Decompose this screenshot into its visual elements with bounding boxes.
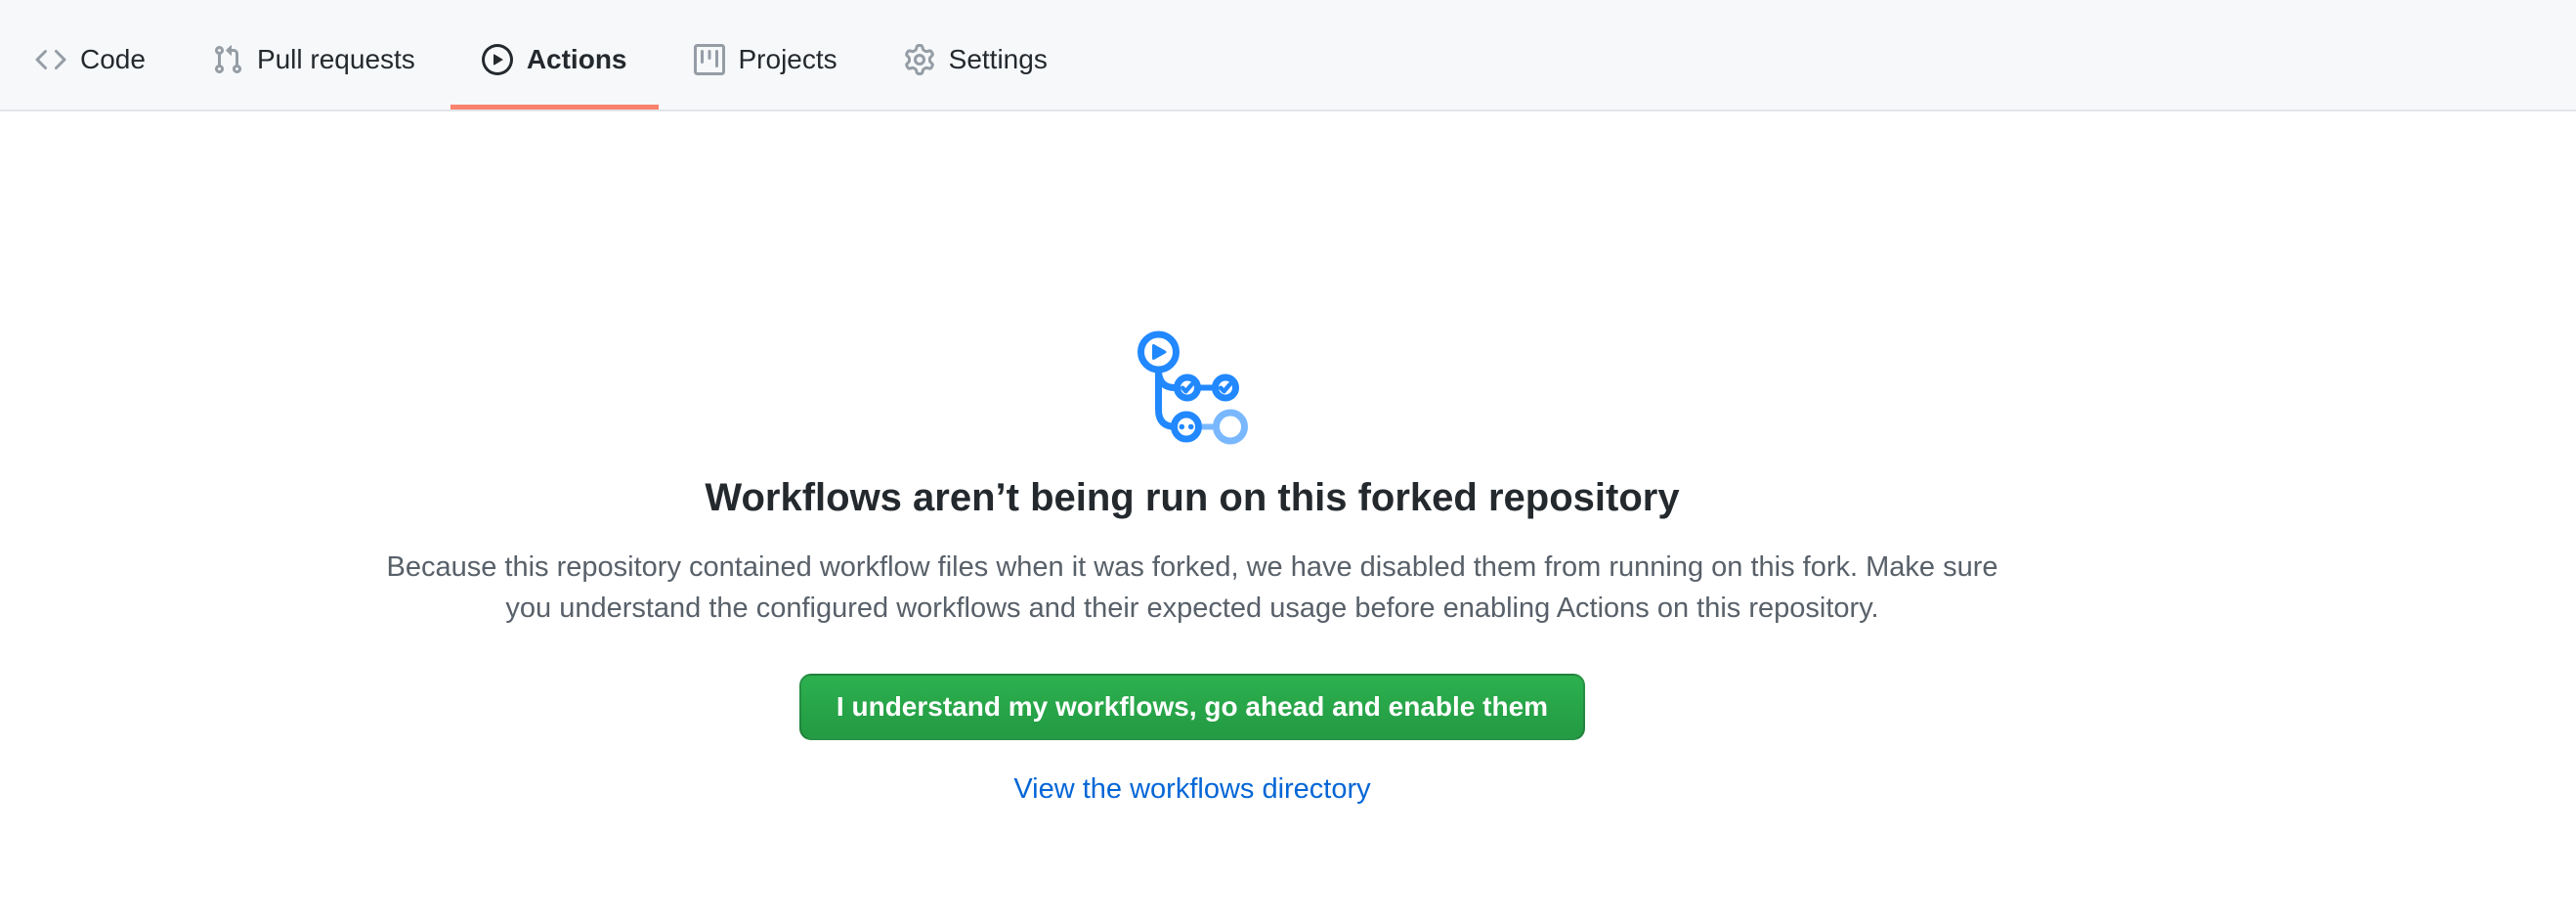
tab-pull-requests[interactable]: Pull requests <box>181 0 447 110</box>
tab-label: Pull requests <box>257 46 415 73</box>
empty-state-heading: Workflows aren’t being run on this forke… <box>0 474 2384 521</box>
tab-label: Code <box>80 46 146 73</box>
tab-actions[interactable]: Actions <box>451 0 659 110</box>
project-icon <box>694 44 725 75</box>
tab-label: Actions <box>527 46 627 73</box>
tab-settings[interactable]: Settings <box>873 0 1079 110</box>
tab-code[interactable]: Code <box>4 0 177 110</box>
code-icon <box>35 44 66 75</box>
gear-icon <box>904 44 935 75</box>
repo-nav: Code Pull requests Actions Projects Sett… <box>0 0 2576 111</box>
tab-projects[interactable]: Projects <box>663 0 869 110</box>
workflow-graph-icon <box>0 328 2384 437</box>
git-pull-request-icon <box>212 44 243 75</box>
view-workflows-directory-link[interactable]: View the workflows directory <box>1013 773 1370 806</box>
empty-state-description: Because this repository contained workfl… <box>371 547 2013 629</box>
play-icon <box>482 44 513 75</box>
tab-label: Projects <box>739 46 837 73</box>
tab-label: Settings <box>949 46 1048 73</box>
actions-empty-state: Workflows aren’t being run on this forke… <box>0 328 2384 806</box>
enable-workflows-button[interactable]: I understand my workflows, go ahead and … <box>799 674 1585 740</box>
